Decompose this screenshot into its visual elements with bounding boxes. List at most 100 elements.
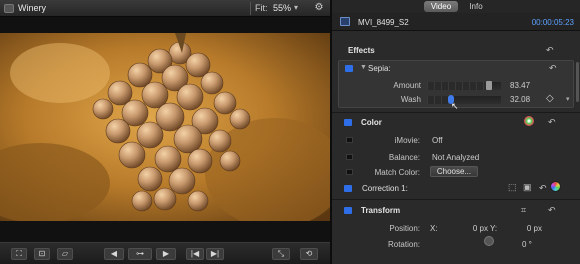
grape xyxy=(153,187,177,211)
balance-value: Not Analyzed xyxy=(432,153,480,162)
grape xyxy=(154,145,182,173)
imovie-label: iMovie: xyxy=(394,136,420,145)
grape xyxy=(213,91,237,115)
rotation-value[interactable]: 0 ° xyxy=(522,240,532,249)
amount-slider[interactable] xyxy=(427,81,501,90)
amount-label: Amount xyxy=(393,81,421,90)
crop-icon[interactable]: ⊡ xyxy=(34,248,50,260)
grape xyxy=(136,121,164,149)
grape xyxy=(168,167,196,195)
viewer-header: Winery Fit: 55% ▾ ⚙ xyxy=(0,0,330,17)
sepia-effect-panel: ▼ Sepia: ↶ Amount 83.47 Wash ↖ 32.08 ◇ ▾ xyxy=(338,60,574,111)
wash-value[interactable]: 32.08 xyxy=(510,95,530,104)
grape xyxy=(137,166,163,192)
imovie-checkbox[interactable] xyxy=(346,137,353,143)
transform-reset-icon[interactable]: ↶ xyxy=(548,205,556,216)
clip-name: MVI_8499_S2 xyxy=(358,18,409,27)
color-reset-icon[interactable]: ↶ xyxy=(548,117,556,128)
grape xyxy=(208,129,232,153)
mask-color-icon[interactable]: ▣ xyxy=(523,182,532,193)
grape xyxy=(131,190,153,212)
inspector-tab-bar: Video Info xyxy=(332,0,580,13)
fit-label: Fit: xyxy=(255,3,268,13)
disclosure-triangle-icon[interactable]: ▼ xyxy=(360,64,367,71)
grape xyxy=(219,150,241,172)
fullscreen-icon[interactable]: ⤡ xyxy=(272,248,290,260)
position-x-label: X: xyxy=(430,224,438,233)
tab-video[interactable]: Video xyxy=(424,1,458,12)
param-menu-arrow-icon[interactable]: ▾ xyxy=(566,95,570,103)
play-reverse-icon[interactable]: ◀ xyxy=(104,248,124,260)
grape xyxy=(107,80,133,106)
grape xyxy=(187,148,213,174)
grape xyxy=(187,190,209,212)
viewer-toolbar: ⛶ ⊡ ▱ ◀ ⊶ ▶ |◀ ▶| ⤡ ⟲ xyxy=(0,242,330,264)
balance-label: Balance: xyxy=(388,153,420,162)
rotation-label: Rotation: xyxy=(387,240,420,249)
effects-section-header: Effects xyxy=(338,44,568,58)
grape xyxy=(173,124,203,154)
play-icon[interactable]: ▶ xyxy=(156,248,176,260)
color-board-icon[interactable] xyxy=(550,181,561,192)
tab-info[interactable]: Info xyxy=(464,1,488,12)
viewer-layout-icon[interactable] xyxy=(4,4,14,13)
balance-checkbox[interactable] xyxy=(346,154,353,160)
transform-enable-checkbox[interactable] xyxy=(344,207,352,214)
grape xyxy=(105,118,131,144)
fit-dropdown-arrow-icon[interactable]: ▾ xyxy=(294,3,298,12)
amount-slider-knob[interactable] xyxy=(486,81,492,90)
grape xyxy=(229,108,251,130)
divider xyxy=(332,112,580,113)
inspector-scrollbar[interactable] xyxy=(576,62,579,102)
effects-title: Effects xyxy=(348,46,375,55)
position-label: Position: xyxy=(389,224,420,233)
keyframe-icon[interactable]: ◇ xyxy=(546,93,554,104)
position-y-value[interactable]: 0 px xyxy=(516,224,542,233)
grape xyxy=(118,141,146,169)
loop-icon[interactable]: ⟲ xyxy=(300,248,318,260)
grapes-image xyxy=(0,33,330,221)
color-enable-checkbox[interactable] xyxy=(344,119,352,126)
transform-title: Transform xyxy=(361,206,401,215)
sepia-enable-checkbox[interactable] xyxy=(345,65,353,72)
distort-icon[interactable]: ▱ xyxy=(57,248,73,260)
transform-section-header: Transform ⌗ ↶ xyxy=(332,201,580,221)
effects-reset-icon[interactable]: ↶ xyxy=(546,45,554,56)
sepia-effect-name: Sepia: xyxy=(368,64,391,73)
viewer-panel: Winery Fit: 55% ▾ ⚙ ⛶ ⊡ ▱ ◀ ⊶ ▶ |◀ ▶| ⤡ … xyxy=(0,0,330,264)
grape xyxy=(92,98,114,120)
transform-onscreen-icon[interactable]: ⌗ xyxy=(521,205,526,216)
choose-button[interactable]: Choose... xyxy=(430,166,478,177)
clip-icon xyxy=(340,17,350,26)
correction-reset-icon[interactable]: ↶ xyxy=(539,183,547,194)
amount-value[interactable]: 83.47 xyxy=(510,81,530,90)
color-board-icon[interactable] xyxy=(524,116,534,126)
video-frame[interactable] xyxy=(0,33,330,221)
rotation-dial[interactable] xyxy=(484,236,494,246)
correction-label: Correction 1: xyxy=(362,184,408,193)
wash-slider[interactable] xyxy=(427,95,501,104)
clip-header: MVI_8499_S2 00:00:05:23 xyxy=(332,13,580,31)
match-color-label: Match Color: xyxy=(374,168,420,177)
next-edit-icon[interactable]: ▶| xyxy=(206,248,224,260)
position-y-label: Y: xyxy=(490,224,498,233)
sepia-reset-icon[interactable]: ↶ xyxy=(549,63,557,74)
grape xyxy=(127,62,153,88)
mask-shape-icon[interactable]: ⬚ xyxy=(508,182,517,193)
inspector-panel: Video Info MVI_8499_S2 00:00:05:23 Effec… xyxy=(330,0,580,264)
clip-duration-timecode: 00:00:05:23 xyxy=(531,18,574,27)
color-section-header: Color ↶ xyxy=(332,114,580,134)
match-color-checkbox[interactable] xyxy=(346,169,353,175)
crop-frame-icon[interactable]: ⛶ xyxy=(11,248,27,260)
correction-enable-checkbox[interactable] xyxy=(344,185,352,192)
fit-zoom-value[interactable]: 55% xyxy=(273,3,291,13)
mouse-cursor-icon: ↖ xyxy=(451,101,459,111)
divider xyxy=(250,2,251,15)
previous-edit-icon[interactable]: |◀ xyxy=(186,248,204,260)
viewer-options-icon[interactable]: ⚙ xyxy=(312,2,326,15)
jog-wheel-icon[interactable]: ⊶ xyxy=(128,248,152,260)
color-title: Color xyxy=(361,118,382,127)
position-x-value[interactable]: 0 px xyxy=(460,224,488,233)
grape xyxy=(176,83,204,111)
wash-label: Wash xyxy=(400,95,421,104)
